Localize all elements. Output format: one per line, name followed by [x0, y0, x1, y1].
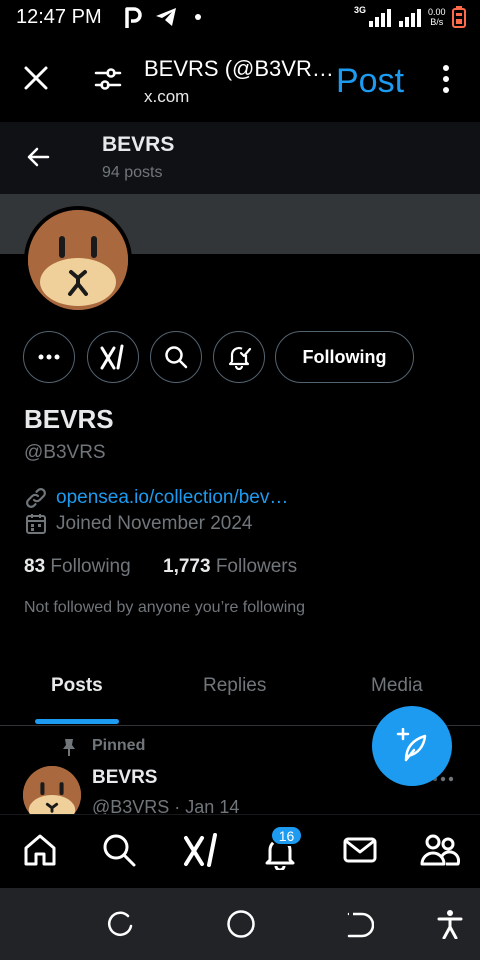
communities-icon[interactable]	[420, 832, 460, 868]
home-circle-icon[interactable]	[226, 909, 256, 939]
grok-nav-icon[interactable]	[183, 832, 219, 868]
mutual-followers-text: Not followed by anyone you’re following	[24, 599, 306, 616]
bottom-navigation	[0, 814, 480, 888]
more-vertical-icon[interactable]	[436, 64, 456, 94]
search-icon	[165, 346, 188, 369]
telegram-icon	[154, 6, 178, 28]
back-icon[interactable]	[346, 911, 374, 939]
profile-avatar[interactable]	[24, 206, 132, 314]
tab-replies[interactable]: Replies	[203, 675, 266, 697]
profile-handle: @B3VRS	[24, 442, 106, 463]
joined-date: Joined November 2024	[56, 513, 253, 534]
active-tab-indicator	[35, 719, 119, 724]
profile-sticky-header	[0, 122, 480, 194]
bell-check-icon	[228, 346, 252, 370]
link-icon	[26, 488, 46, 508]
profile-joined: Joined November 2024	[24, 512, 252, 536]
net-speed: 0.00 B/s	[428, 7, 446, 27]
recents-icon[interactable]	[106, 910, 134, 938]
back-arrow-icon[interactable]	[26, 146, 50, 168]
net-speed-value: 0.00	[428, 7, 446, 17]
page-title: BEVRS (@B3VRS) / X	[144, 56, 334, 81]
calendar-icon	[26, 514, 46, 534]
compose-post-button[interactable]	[372, 706, 452, 786]
grok-icon	[100, 344, 124, 370]
site-settings-icon[interactable]	[94, 66, 122, 92]
notifications-toggle-button[interactable]	[213, 331, 265, 383]
profile-website[interactable]: opensea.io/collection/bev…	[24, 486, 288, 510]
page-url: x.com	[144, 87, 190, 106]
net-speed-unit: B/s	[430, 17, 444, 27]
profile-display-name: BEVRS	[24, 404, 114, 434]
header-profile-name: BEVRS	[102, 133, 175, 156]
header-posts-count: 94 posts	[102, 164, 163, 181]
close-icon[interactable]	[22, 64, 50, 92]
following-button[interactable]: Following	[275, 331, 414, 383]
accessibility-icon[interactable]	[437, 909, 463, 939]
tab-media[interactable]: Media	[371, 675, 423, 697]
search-profile-button[interactable]	[150, 331, 202, 383]
tab-posts[interactable]: Posts	[51, 675, 103, 697]
post-author-name[interactable]: BEVRS	[92, 767, 157, 789]
signal-icon	[368, 8, 424, 28]
followers-count: 1,773	[163, 556, 211, 577]
pinned-label: Pinned	[92, 737, 146, 754]
status-bar: 12:47 PM 3G 0.00 B/s	[0, 0, 480, 38]
home-icon[interactable]	[22, 832, 58, 868]
following-count: 83	[24, 556, 46, 577]
parking-icon	[122, 6, 144, 30]
notification-dot-icon	[195, 14, 201, 20]
status-time: 12:47 PM	[16, 6, 102, 28]
website-link[interactable]: opensea.io/collection/bev…	[56, 487, 288, 509]
post-button[interactable]: Post	[336, 62, 404, 101]
followers-label: Followers	[215, 556, 298, 577]
more-options-button[interactable]	[23, 331, 75, 383]
more-horizontal-icon	[38, 354, 60, 360]
feather-plus-icon	[396, 728, 427, 762]
messages-mail-icon[interactable]	[342, 832, 378, 868]
network-type: 3G	[354, 5, 367, 15]
pin-icon	[61, 738, 77, 756]
notifications-badge: 16	[270, 825, 303, 846]
explore-search-icon[interactable]	[101, 832, 137, 868]
following-stat[interactable]: 83 Following	[24, 556, 131, 578]
following-label: Following	[50, 556, 131, 577]
battery-icon	[452, 6, 466, 28]
followers-stat[interactable]: 1,773 Followers	[163, 556, 297, 578]
grok-button[interactable]	[87, 331, 139, 383]
